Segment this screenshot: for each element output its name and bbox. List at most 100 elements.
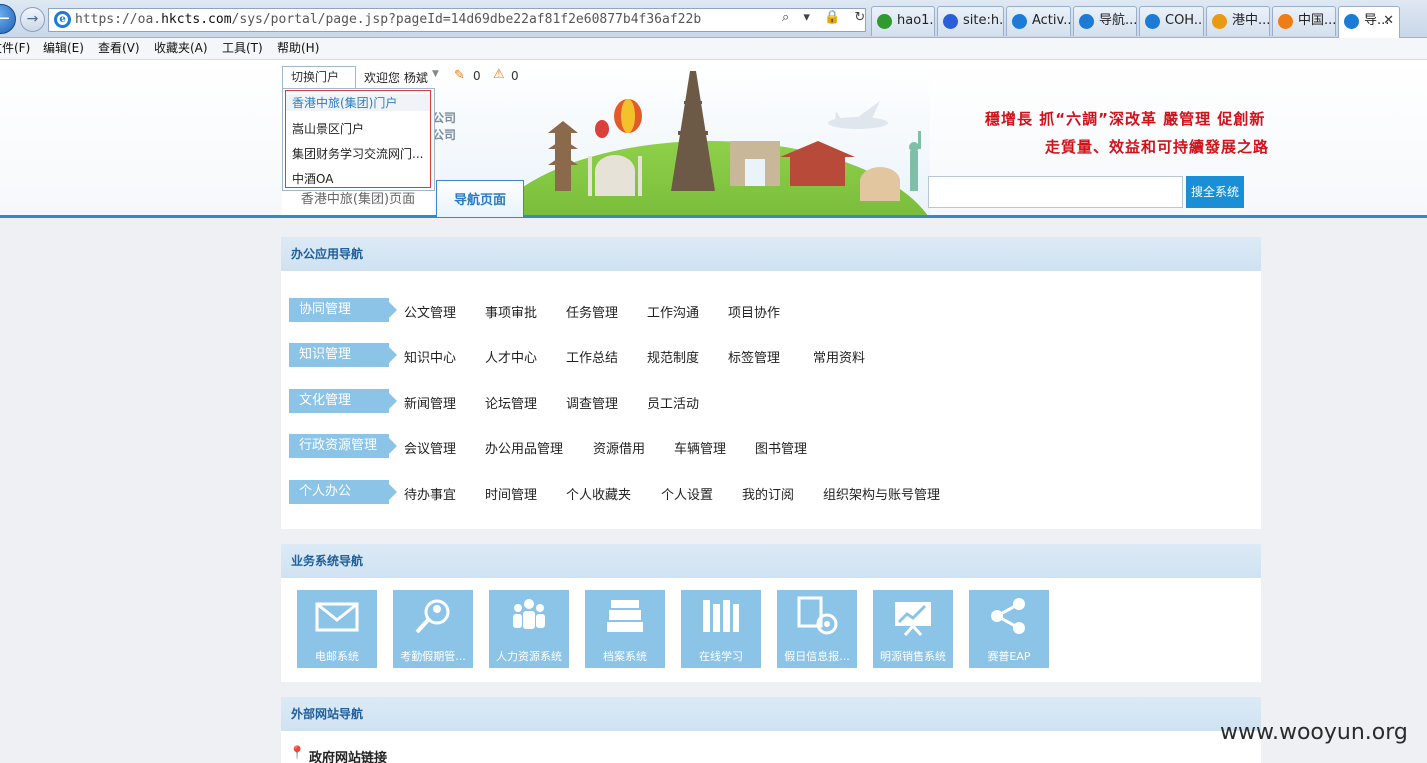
category-label: 协同管理 <box>289 298 397 322</box>
nav-link[interactable]: 资源借用 <box>593 438 645 457</box>
logo-line-2: 公司 <box>432 128 457 142</box>
nav-link[interactable]: 员工活动 <box>647 393 699 412</box>
system-tile[interactable]: 档案系统 <box>585 590 665 668</box>
nav-link[interactable]: 标签管理 <box>728 347 780 366</box>
nav-link[interactable]: 我的订阅 <box>742 484 794 503</box>
office-nav-panel: 办公应用导航 协同管理 公文管理 事项审批 任务管理 工作沟通 项目协作 知识管理 知识中心 人… <box>281 237 1261 529</box>
menu-item[interactable]: 查看(V) <box>98 38 140 59</box>
nav-link[interactable]: 会议管理 <box>404 438 456 457</box>
portal-option[interactable]: 嵩山景区门户 <box>292 120 364 137</box>
browser-tab[interactable]: 导航... <box>1073 6 1137 36</box>
edit-count: 0 <box>473 69 481 83</box>
category-label: 个人办公 <box>289 480 397 504</box>
system-tile-label: 人力资源系统 <box>496 650 562 663</box>
nav-link[interactable]: 事项审批 <box>485 302 537 321</box>
system-tile[interactable]: 考勤假期管... <box>393 590 473 668</box>
nav-link[interactable]: 公文管理 <box>404 302 456 321</box>
menu-item[interactable]: 收藏夹(A) <box>154 38 208 59</box>
hao-icon <box>877 14 892 29</box>
nav-link[interactable]: 工作沟通 <box>647 302 699 321</box>
warning-icon[interactable]: ⚠ <box>493 67 505 82</box>
welcome-text[interactable]: 欢迎您 杨斌 <box>364 69 428 86</box>
forward-button[interactable]: → <box>20 7 45 32</box>
location-pin-icon: 📍 <box>289 746 306 761</box>
menu-item[interactable]: 文件(F) <box>0 38 30 59</box>
search-all-button[interactable]: 搜全系统 <box>1186 176 1244 208</box>
browser-tab-label: 港中... <box>1232 13 1270 28</box>
warning-count: 0 <box>511 69 519 83</box>
browser-tab[interactable]: hao1... <box>871 6 935 36</box>
share-icon <box>985 596 1033 636</box>
close-tab-icon[interactable]: ✕ <box>1383 7 1394 35</box>
edit-icon[interactable]: ✎ <box>454 68 465 83</box>
nav-link[interactable]: 个人收藏夹 <box>566 484 631 503</box>
tab-navigation-page[interactable]: 导航页面 <box>436 180 524 217</box>
system-tile[interactable]: 电邮系统 <box>297 590 377 668</box>
nav-link[interactable]: 待办事宜 <box>404 484 456 503</box>
nav-link[interactable]: 调查管理 <box>566 393 618 412</box>
tab-group-page[interactable]: 香港中旅(集团)页面 <box>282 187 434 215</box>
swirl-icon <box>1278 14 1293 29</box>
portal-option[interactable]: 香港中旅(集团)门户 <box>286 94 430 111</box>
external-nav-panel: 外部网站导航 📍 政府网站链接 <box>281 697 1261 763</box>
menu-item[interactable]: 编辑(E) <box>43 38 84 59</box>
business-nav-title: 业务系统导航 <box>281 544 1261 578</box>
slogan-line-1: 穩增長 抓“六調”深改革 嚴管理 促創新 <box>985 110 1266 128</box>
browser-tab[interactable]: 导... ✕ <box>1338 6 1400 38</box>
system-tile[interactable]: 人力资源系统 <box>489 590 569 668</box>
archive-icon <box>601 596 649 636</box>
nav-link[interactable]: 时间管理 <box>485 484 537 503</box>
search-input[interactable] <box>928 176 1183 208</box>
nav-link[interactable]: 常用资料 <box>813 347 865 366</box>
system-tile-label: 在线学习 <box>699 650 743 663</box>
watermark: www.wooyun.org <box>1220 720 1408 745</box>
system-tile-label: 考勤假期管... <box>400 650 466 663</box>
nav-link[interactable]: 项目协作 <box>728 302 780 321</box>
doc-gear-icon <box>793 596 841 636</box>
system-tile[interactable]: 假日信息报... <box>777 590 857 668</box>
nav-link[interactable]: 任务管理 <box>566 302 618 321</box>
ie-icon <box>1079 14 1094 29</box>
system-tile[interactable]: 在线学习 <box>681 590 761 668</box>
system-tile[interactable]: 明源销售系统 <box>873 590 953 668</box>
portal-option[interactable]: 中酒OA <box>292 170 333 187</box>
browser-tab[interactable]: 中国... <box>1272 6 1336 36</box>
nav-link[interactable]: 个人设置 <box>661 484 713 503</box>
ie-icon <box>1145 14 1160 29</box>
address-bar[interactable]: e https://oa.hkcts.com/sys/portal/page.js… <box>48 8 866 32</box>
switch-portal-button[interactable]: 切换门户 <box>282 66 356 89</box>
weibo-icon <box>1212 14 1227 29</box>
nav-link[interactable]: 办公用品管理 <box>485 438 563 457</box>
system-tile-label: 档案系统 <box>603 650 647 663</box>
menu-item[interactable]: 工具(T) <box>222 38 263 59</box>
portal-dropdown: 香港中旅(集团)门户嵩山景区门户集团财务学习交流网门... 中酒OA <box>282 88 435 191</box>
url-prefix: https://oa. <box>75 12 162 27</box>
nav-link[interactable]: 知识中心 <box>404 347 456 366</box>
nav-link[interactable]: 组织架构与账号管理 <box>823 484 940 503</box>
nav-link[interactable]: 论坛管理 <box>485 393 537 412</box>
portal-option[interactable]: 集团财务学习交流网门... <box>292 145 423 162</box>
portal-dropdown-list: 香港中旅(集团)门户嵩山景区门户集团财务学习交流网门... 中酒OA <box>285 90 431 188</box>
user-caret-icon[interactable]: ▼ <box>432 69 439 79</box>
ie-icon <box>1344 14 1359 29</box>
browser-tab[interactable]: Activ... <box>1006 6 1071 36</box>
external-nav-title: 外部网站导航 <box>281 697 1261 731</box>
system-tile[interactable]: 赛普EAP <box>969 590 1049 668</box>
browser-tab-label: Activ... <box>1032 13 1070 28</box>
browser-tab[interactable]: 港中... <box>1206 6 1270 36</box>
url-path: /sys/portal/page.jsp?pageId=14d69dbe22af… <box>231 12 702 27</box>
nav-link[interactable]: 人才中心 <box>485 347 537 366</box>
nav-link[interactable]: 图书管理 <box>755 438 807 457</box>
ie-icon <box>1012 14 1027 29</box>
gov-links-heading: 政府网站链接 <box>309 751 388 763</box>
browser-tab-label: site:h... <box>963 13 1004 28</box>
nav-link[interactable]: 规范制度 <box>647 347 699 366</box>
business-nav-panel: 业务系统导航 电邮系统 考勤假期管... 人力资源系统 档案系统 在线学习 假日信息报..… <box>281 544 1261 682</box>
browser-tab[interactable]: site:h... <box>937 6 1004 36</box>
nav-link[interactable]: 新闻管理 <box>404 393 456 412</box>
system-tile-label: 电邮系统 <box>315 650 359 663</box>
browser-tab[interactable]: COH... <box>1139 6 1204 36</box>
menu-item[interactable]: 帮助(H) <box>277 38 319 59</box>
nav-link[interactable]: 工作总结 <box>566 347 618 366</box>
nav-link[interactable]: 车辆管理 <box>674 438 726 457</box>
